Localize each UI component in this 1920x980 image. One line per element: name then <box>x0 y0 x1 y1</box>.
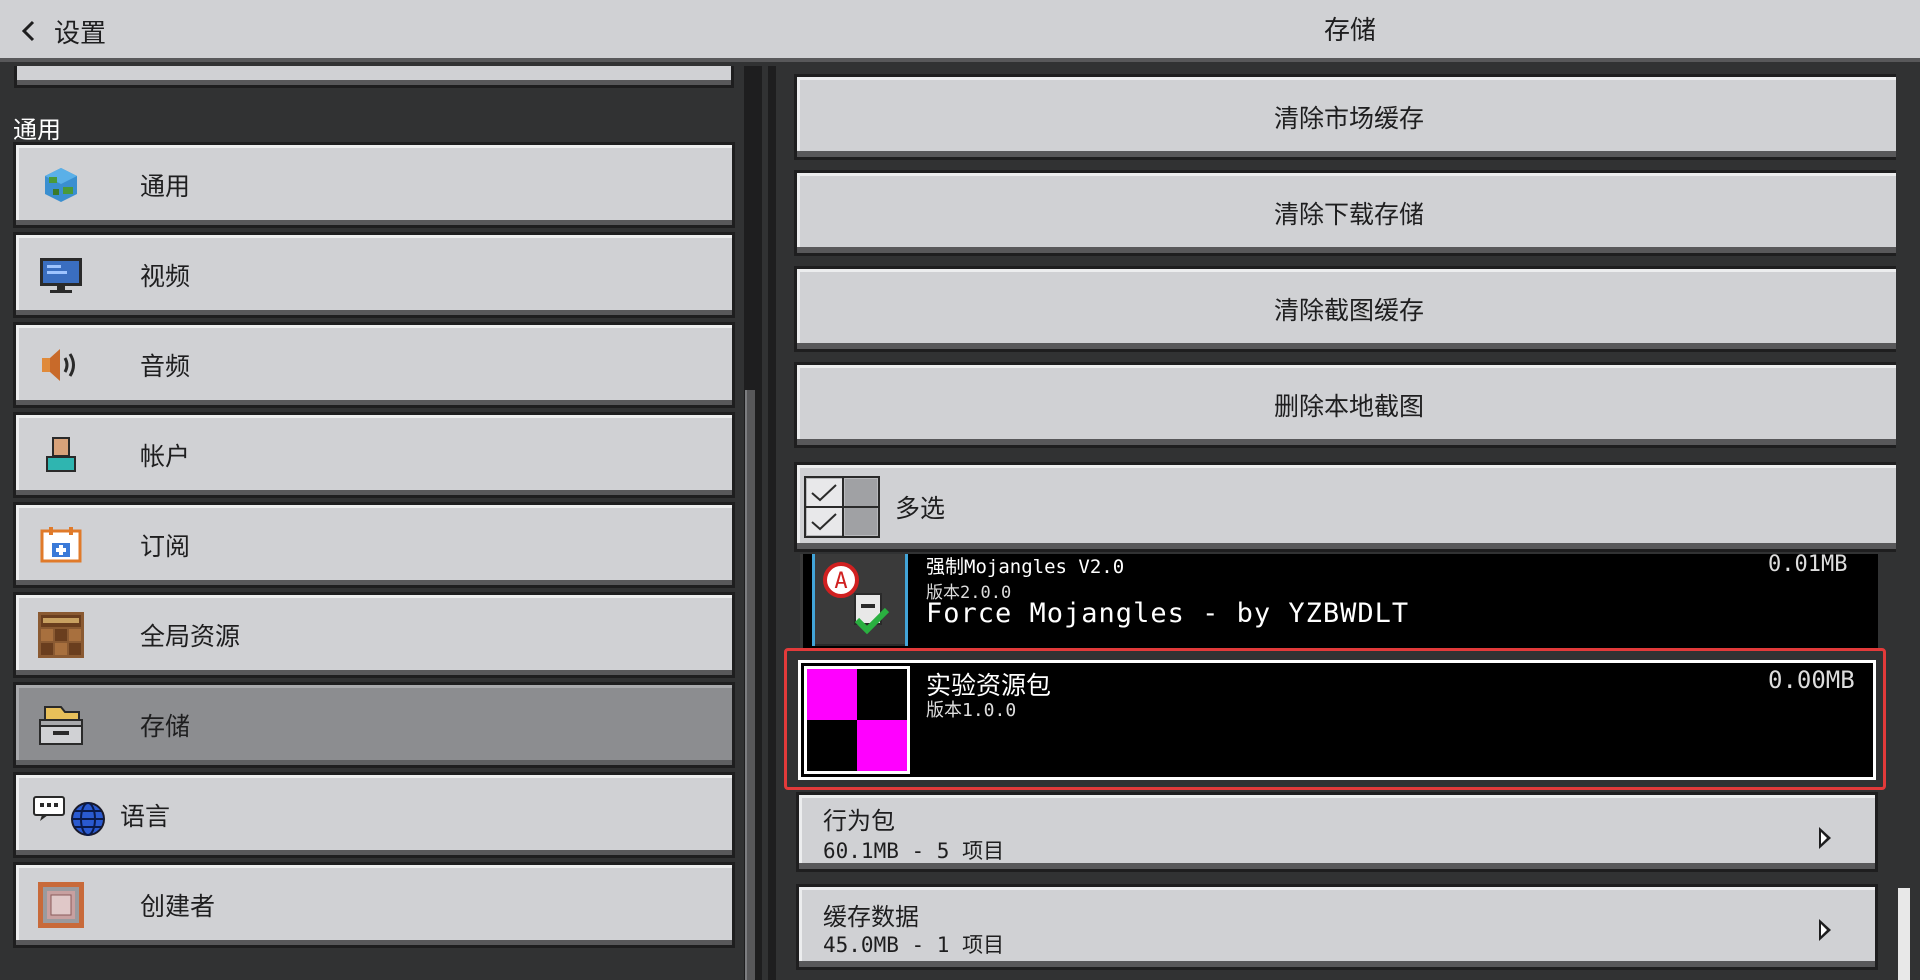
resource-pack-icon <box>34 608 88 662</box>
sidebar-item-label: 全局资源 <box>140 622 241 651</box>
multi-select-checkbox-icon[interactable] <box>803 475 881 539</box>
globe-cube-icon <box>34 158 88 212</box>
sidebar-item-label: 语言 <box>120 802 171 831</box>
svg-text:A: A <box>834 569 847 594</box>
folder-title: 行为包 <box>823 807 895 835</box>
chevron-left-icon <box>21 20 35 42</box>
sidebar-item-label: 存储 <box>140 712 191 741</box>
chevron-right-icon <box>1819 919 1831 941</box>
content-scrollbar[interactable] <box>1896 66 1920 980</box>
pack-thumbnail <box>804 666 910 774</box>
back-button[interactable]: 设置 <box>14 8 154 54</box>
pack-version: 版本1.0.0 <box>926 700 1017 721</box>
sidebar-item-general[interactable]: 通用 <box>13 142 735 228</box>
mojangles-pack-icon: A <box>815 554 905 644</box>
account-icon <box>34 428 88 482</box>
subscription-icon <box>34 518 88 572</box>
clear-marketplace-cache-button[interactable]: 清除市场缓存 <box>794 74 1904 160</box>
creator-icon <box>34 878 88 932</box>
content-scrollbar-thumb[interactable] <box>1898 888 1910 980</box>
pack-description: Force Mojangles - by YZBWDLT <box>926 598 1410 629</box>
sidebar-section-header: 通用 <box>13 116 61 144</box>
delete-local-screenshots-button[interactable]: 删除本地截图 <box>794 362 1904 448</box>
pack-name: 强制Mojangles V2.0 <box>926 556 1125 578</box>
behavior-packs-row[interactable]: 行为包 60.1MB - 5 项目 <box>796 792 1878 872</box>
panel-divider <box>768 66 776 980</box>
folder-summary: 45.0MB - 1 项目 <box>823 933 1005 957</box>
missing-texture-icon <box>807 669 907 771</box>
sidebar-item-label: 订阅 <box>140 532 191 561</box>
sidebar-item-partial[interactable] <box>14 66 734 88</box>
sidebar-item-video[interactable]: 视频 <box>13 232 735 318</box>
sidebar-item-audio[interactable]: 音频 <box>13 322 735 408</box>
sidebar-scrollbar-thumb[interactable] <box>745 390 755 980</box>
page-title: 存储 <box>1323 16 1376 46</box>
monitor-icon <box>34 248 88 302</box>
storage-box-icon <box>34 698 88 752</box>
clear-screenshot-cache-button[interactable]: 清除截图缓存 <box>794 266 1904 352</box>
sidebar-item-label: 创建者 <box>140 892 216 921</box>
multi-select-label: 多选 <box>895 494 946 523</box>
sidebar-item-subscription[interactable]: 订阅 <box>13 502 735 588</box>
sidebar-item-label: 音频 <box>140 352 191 381</box>
sidebar-item-account[interactable]: 帐户 <box>13 412 735 498</box>
multi-select-bar: 多选 <box>794 462 1904 552</box>
pack-size: 0.01MB <box>1768 552 1848 577</box>
back-label: 设置 <box>54 18 107 49</box>
clear-download-storage-button[interactable]: 清除下载存储 <box>794 170 1904 256</box>
sidebar-item-storage[interactable]: 存储 <box>13 682 735 768</box>
sidebar-item-label: 视频 <box>140 262 191 291</box>
chevron-right-icon <box>1819 827 1831 849</box>
folder-title: 缓存数据 <box>823 903 919 931</box>
speaker-icon <box>34 338 88 392</box>
language-icon <box>32 788 108 842</box>
cache-data-row[interactable]: 缓存数据 45.0MB - 1 项目 <box>796 884 1878 970</box>
sidebar-item-language[interactable]: 语言 <box>13 772 735 858</box>
pack-size: 0.00MB <box>1768 666 1855 694</box>
sidebar-item-creator[interactable]: 创建者 <box>13 862 735 948</box>
sidebar-item-label: 帐户 <box>140 442 191 471</box>
sidebar-item-label: 通用 <box>140 172 191 201</box>
folder-summary: 60.1MB - 5 项目 <box>823 839 1005 863</box>
pack-thumbnail: A <box>812 554 908 646</box>
sidebar-item-global-resources[interactable]: 全局资源 <box>13 592 735 678</box>
